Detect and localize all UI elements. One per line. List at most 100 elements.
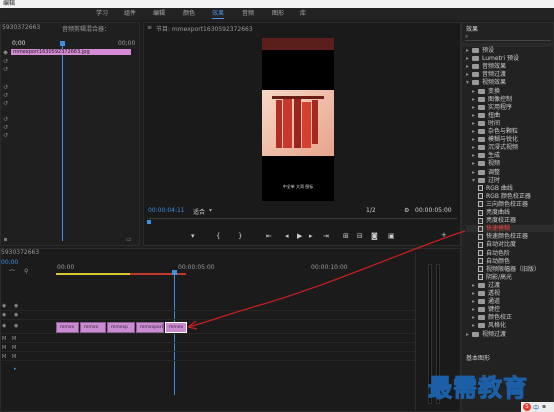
tray-more-icon[interactable]: ▪ (542, 403, 546, 410)
eye-icon[interactable]: ◉ (14, 303, 18, 309)
timeline-clip[interactable]: mmexport (136, 322, 164, 333)
solo-icon[interactable]: M (12, 354, 16, 360)
quality-dropdown[interactable]: 1/2 (366, 207, 376, 214)
effect-folder[interactable]: ▸ 实用程序 (466, 104, 512, 111)
effect-label: 图像控制 (488, 95, 513, 103)
loop-icon[interactable]: ↺ (2, 100, 9, 107)
effect-icon (478, 201, 483, 208)
effect-folder[interactable]: ▸ 音频效果 (466, 63, 506, 70)
effect-label: 音频过渡 (482, 71, 507, 79)
fit-dropdown[interactable]: 适合 (193, 207, 205, 216)
solo-icon[interactable]: M (12, 336, 16, 342)
effect-folder[interactable]: ▸ 音频过渡 (466, 71, 506, 78)
effect-item[interactable]: 三向颜色校正器 (466, 201, 528, 208)
effect-folder[interactable]: ▸ 模糊与锐化 (466, 136, 518, 143)
loop-icon[interactable]: ↺ (2, 66, 9, 73)
effect-label: 杂色与颗粒 (488, 128, 519, 135)
effect-label: 通道 (488, 298, 501, 306)
program-timecode[interactable]: 00:00:04:11 (148, 207, 185, 214)
tab-assembly[interactable]: 组件 (124, 10, 136, 18)
effect-folder[interactable]: ▾ 视频效果 (466, 79, 506, 86)
timeline-clip[interactable]: mmexp (107, 322, 135, 333)
tab-color[interactable]: 颜色 (183, 10, 195, 18)
effect-folder[interactable]: ▸ 预设 (466, 47, 494, 54)
effect-icon (478, 193, 483, 200)
effect-label: 自动对比度 (486, 241, 517, 249)
mute-icon[interactable]: M (2, 336, 6, 342)
mute-icon[interactable]: M (2, 345, 6, 351)
clip-label: mmexport (140, 325, 164, 330)
track-a1 (0, 334, 420, 343)
source-clip[interactable]: mmexport1630592372663.jpg (11, 49, 131, 55)
folder-icon (478, 153, 485, 159)
effect-item[interactable]: RGB 颜色校正器 (466, 193, 531, 200)
eye-icon[interactable]: ◉ (2, 303, 6, 309)
eye-icon[interactable]: ◉ (2, 312, 6, 318)
eye-icon[interactable]: ◉ (14, 312, 18, 318)
effects-search-input[interactable]: ⌕ (465, 33, 551, 41)
effect-folder[interactable]: ▸ 时间 (466, 120, 500, 127)
loop-icon[interactable]: ↺ (2, 84, 9, 91)
audio-mixer-tab[interactable]: 音频剪辑混合器： (62, 24, 110, 33)
timeline-timecode[interactable]: 00;00 (1, 259, 18, 266)
essential-graphics-tab[interactable]: 基本图形 (466, 353, 490, 362)
zoom-handle-icon[interactable] (4, 238, 7, 241)
linked-icon[interactable]: ⚲ (24, 268, 28, 275)
folder-icon (478, 177, 485, 183)
effect-item[interactable]: 亮度校正器 (466, 217, 516, 224)
effect-folder[interactable]: ▸ 变换 (466, 88, 500, 95)
tab-learn[interactable]: 学习 (96, 10, 108, 18)
ime-mode-label[interactable]: 中 (533, 403, 539, 412)
effect-label: 时间 (488, 119, 501, 127)
effect-folder[interactable]: ▸ 图像控制 (466, 96, 512, 103)
mute-icon[interactable]: M (2, 354, 6, 360)
tab-audio[interactable]: 音频 (242, 10, 254, 18)
folder-icon (478, 161, 485, 167)
effect-folder[interactable]: ▸ Lumetri 预设 (466, 55, 519, 62)
effect-icon (478, 217, 483, 224)
program-scrub-bar[interactable] (147, 218, 457, 224)
eye-icon[interactable]: ◉ (14, 323, 18, 329)
effect-label: 模糊与锐化 (488, 136, 519, 144)
effect-item[interactable]: RGB 曲线 (466, 185, 513, 192)
loop-icon[interactable]: ↺ (2, 92, 9, 99)
ruler-tick-0: 00:00 (57, 264, 75, 271)
program-playhead[interactable] (147, 220, 151, 224)
ime-icon[interactable]: S (523, 403, 531, 411)
window-title-bar: 编辑 (0, 0, 554, 8)
timeline-clip[interactable]: mmex (80, 322, 106, 333)
loop-icon[interactable]: ↺ (2, 116, 9, 123)
effect-folder[interactable]: ▸ 生成 (466, 152, 500, 159)
menu-icon[interactable]: ≡ (147, 24, 152, 31)
tab-editing[interactable]: 编辑 (153, 10, 165, 18)
loop-icon[interactable]: ↺ (2, 132, 9, 139)
folder-icon (478, 96, 485, 102)
effect-folder[interactable]: ▸ 杂色与颗粒 (466, 128, 518, 135)
tab-libraries[interactable]: 库 (300, 10, 306, 18)
tab-effects[interactable]: 效果 (212, 10, 225, 19)
effect-label: Lumetri 预设 (482, 55, 519, 63)
folder-icon (472, 64, 479, 70)
tab-graphics[interactable]: 图形 (272, 10, 284, 18)
snap-icon[interactable]: ⌒ (9, 268, 15, 277)
timeline-clip[interactable]: mmex (56, 322, 79, 333)
solo-icon[interactable]: M (12, 345, 16, 351)
loop-icon[interactable]: ↺ (2, 124, 9, 131)
effect-folder[interactable]: ▸ 调整 (466, 169, 500, 176)
chevron-down-icon: ▾ (209, 207, 213, 214)
effect-folder[interactable]: ▾ 过时 (466, 177, 500, 184)
effect-folder[interactable]: ▸ 扭曲 (466, 112, 500, 119)
eye-icon[interactable]: ◉ (2, 323, 6, 329)
folder-icon (478, 145, 485, 151)
effect-label: 视频 (488, 160, 501, 168)
effect-label: 快速模糊 (486, 225, 511, 233)
keyframe-icon[interactable]: ◆ (2, 49, 9, 56)
wrench-icon[interactable]: ▭ (126, 236, 132, 243)
track-a2 (0, 343, 420, 352)
effect-label: 音频效果 (482, 63, 507, 71)
settings-wrench-icon[interactable]: ⚙ (404, 207, 409, 214)
effect-item[interactable]: 亮度曲线 (466, 209, 510, 216)
effect-folder[interactable]: ▸ 沉浸式视频 (466, 144, 518, 151)
loop-icon[interactable]: ↺ (2, 58, 9, 65)
effect-folder[interactable]: ▸ 视频 (466, 160, 500, 167)
